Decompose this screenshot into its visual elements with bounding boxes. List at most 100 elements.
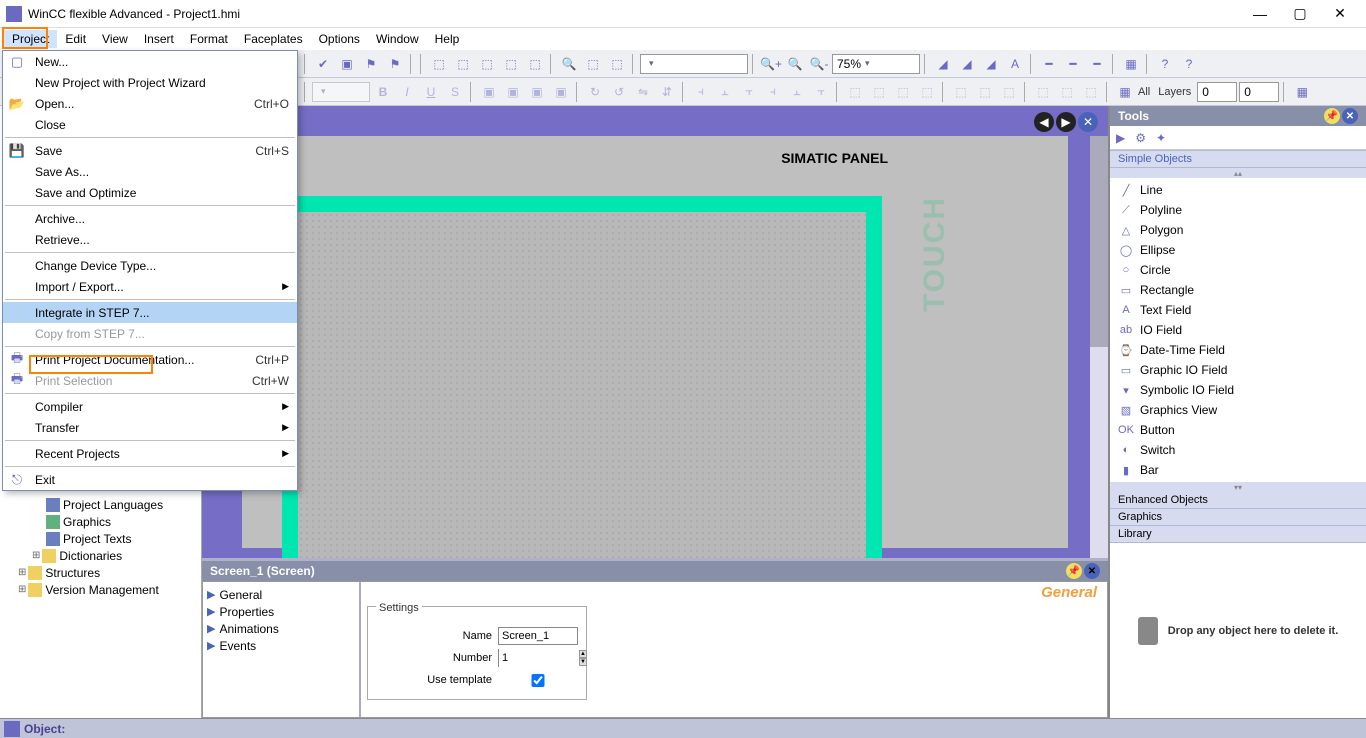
menu-item-2[interactable]: 📂Open...Ctrl+O <box>3 93 297 114</box>
menu-help[interactable]: Help <box>427 30 468 48</box>
color-icon[interactable]: ◢ <box>980 53 1002 75</box>
align-icon[interactable]: ⫞ <box>762 81 784 103</box>
dist-icon[interactable]: ⬚ <box>868 81 890 103</box>
line-icon[interactable]: ━ <box>1038 53 1060 75</box>
tab-icon[interactable]: ⬚ <box>1056 81 1078 103</box>
close-button[interactable]: ✕ <box>1320 3 1360 25</box>
menu-view[interactable]: View <box>94 30 136 48</box>
close-panel-button[interactable]: ✕ <box>1084 563 1100 579</box>
template-checkbox[interactable] <box>498 674 578 687</box>
category-animations[interactable]: ▶Animations <box>207 620 355 637</box>
touch-screen-region[interactable] <box>282 196 882 558</box>
rotate-icon[interactable]: ↺ <box>608 81 630 103</box>
menu-item-15[interactable]: Integrate in STEP 7... <box>3 302 297 323</box>
transfer-icon[interactable]: ▣ <box>336 53 358 75</box>
strike-icon[interactable]: S <box>444 81 466 103</box>
menu-item-24[interactable]: Recent Projects▶ <box>3 443 297 464</box>
tab-icon[interactable]: ⬚ <box>1080 81 1102 103</box>
tool-button[interactable]: OKButton <box>1110 420 1366 440</box>
canvas-area[interactable]: ◀ ▶ ✕ NS SIMATIC PANEL TOUCH <box>202 106 1108 558</box>
tree-item[interactable]: ⊞Dictionaries <box>4 547 201 564</box>
size-icon[interactable]: ⬚ <box>998 81 1020 103</box>
tool-icon[interactable]: ⬚ <box>500 53 522 75</box>
dist-icon[interactable]: ⬚ <box>916 81 938 103</box>
tree-item[interactable]: Project Languages <box>4 496 201 513</box>
pin-icon[interactable]: 📌 <box>1066 563 1082 579</box>
menu-item-9[interactable]: Archive... <box>3 208 297 229</box>
dist-icon[interactable]: ⬚ <box>844 81 866 103</box>
minimize-button[interactable]: — <box>1240 3 1280 25</box>
size-icon[interactable]: ⬚ <box>950 81 972 103</box>
color-icon[interactable]: ◢ <box>956 53 978 75</box>
tool-graphic-io-field[interactable]: ▭Graphic IO Field <box>1110 360 1366 380</box>
menu-item-13[interactable]: Import / Export...▶ <box>3 276 297 297</box>
help2-icon[interactable]: ? <box>1178 53 1200 75</box>
menu-faceplates[interactable]: Faceplates <box>236 30 311 48</box>
flag-icon[interactable]: ⚑ <box>360 53 382 75</box>
tool-text-field[interactable]: AText Field <box>1110 300 1366 320</box>
line-icon[interactable]: ━ <box>1062 53 1084 75</box>
combo-1[interactable]: ▾ <box>640 54 748 74</box>
flip-icon[interactable]: ⇋ <box>632 81 654 103</box>
zoom-fit-icon[interactable]: 🔍 <box>784 53 806 75</box>
tool-rectangle[interactable]: ▭Rectangle <box>1110 280 1366 300</box>
tool-icon[interactable]: ⬚ <box>524 53 546 75</box>
enhanced-objects-section[interactable]: Enhanced Objects <box>1110 492 1366 509</box>
check-icon[interactable]: ✔ <box>312 53 334 75</box>
tool-symbolic-io-field[interactable]: ▾Symbolic IO Field <box>1110 380 1366 400</box>
name-field[interactable] <box>498 627 578 645</box>
bold-icon[interactable]: B <box>372 81 394 103</box>
menu-item-7[interactable]: Save and Optimize <box>3 182 297 203</box>
drop-delete-area[interactable]: Drop any object here to delete it. <box>1110 543 1366 718</box>
menu-project[interactable]: Project <box>4 30 57 48</box>
menu-item-0[interactable]: ▢New... <box>3 51 297 72</box>
rotate-icon[interactable]: ↻ <box>584 81 606 103</box>
next-screen-button[interactable]: ▶ <box>1056 112 1076 132</box>
pointer-icon[interactable]: ▶ <box>1116 131 1125 145</box>
align-icon[interactable]: ⫟ <box>810 81 832 103</box>
menu-options[interactable]: Options <box>311 30 368 48</box>
tree-item[interactable]: ⊞Version Management <box>4 581 201 598</box>
layer-icon[interactable]: ▣ <box>502 81 524 103</box>
maximize-button[interactable]: ▢ <box>1280 3 1320 25</box>
line-icon[interactable]: ━ <box>1086 53 1108 75</box>
layer-icon[interactable]: ▣ <box>526 81 548 103</box>
flip-icon[interactable]: ⇵ <box>656 81 678 103</box>
tool-date-time-field[interactable]: ⌚Date-Time Field <box>1110 340 1366 360</box>
menu-item-21[interactable]: Compiler▶ <box>3 396 297 417</box>
align-icon[interactable]: ⫟ <box>738 81 760 103</box>
tool-switch[interactable]: ◐Switch <box>1110 440 1366 460</box>
graphics-section[interactable]: Graphics <box>1110 509 1366 526</box>
tool-ellipse[interactable]: ◯Ellipse <box>1110 240 1366 260</box>
tool-icon[interactable]: ⬚ <box>428 53 450 75</box>
color-icon[interactable]: ◢ <box>932 53 954 75</box>
menu-window[interactable]: Window <box>368 30 427 48</box>
grid-icon[interactable]: ▦ <box>1291 81 1313 103</box>
zoom-in-icon[interactable]: 🔍+ <box>760 53 782 75</box>
close-screen-button[interactable]: ✕ <box>1078 112 1098 132</box>
menu-item-26[interactable]: ⎋Exit <box>3 469 297 490</box>
dist-icon[interactable]: ⬚ <box>892 81 914 103</box>
menu-format[interactable]: Format <box>182 30 236 48</box>
prev-screen-button[interactable]: ◀ <box>1034 112 1054 132</box>
menu-edit[interactable]: Edit <box>57 30 94 48</box>
tool-icon[interactable]: ⬚ <box>476 53 498 75</box>
menu-item-10[interactable]: Retrieve... <box>3 229 297 250</box>
tree-item[interactable]: Graphics <box>4 513 201 530</box>
close-panel-button[interactable]: ✕ <box>1342 108 1358 124</box>
tool-icon[interactable]: ⬚ <box>452 53 474 75</box>
align-icon[interactable]: ⫠ <box>786 81 808 103</box>
menu-item-12[interactable]: Change Device Type... <box>3 255 297 276</box>
align-icon[interactable]: ⫞ <box>690 81 712 103</box>
tool-icon[interactable]: ⬚ <box>582 53 604 75</box>
tree-item[interactable]: ⊞Structures <box>4 564 201 581</box>
menu-item-5[interactable]: 💾SaveCtrl+S <box>3 140 297 161</box>
layer-spin-2[interactable]: 0 <box>1239 82 1279 102</box>
zoom-out-icon[interactable]: 🔍- <box>808 53 830 75</box>
tool-graphics-view[interactable]: ▧Graphics View <box>1110 400 1366 420</box>
menu-item-3[interactable]: Close <box>3 114 297 135</box>
tree-item[interactable]: Project Texts <box>4 530 201 547</box>
menu-item-6[interactable]: Save As... <box>3 161 297 182</box>
italic-icon[interactable]: I <box>396 81 418 103</box>
tool-io-field[interactable]: abIO Field <box>1110 320 1366 340</box>
